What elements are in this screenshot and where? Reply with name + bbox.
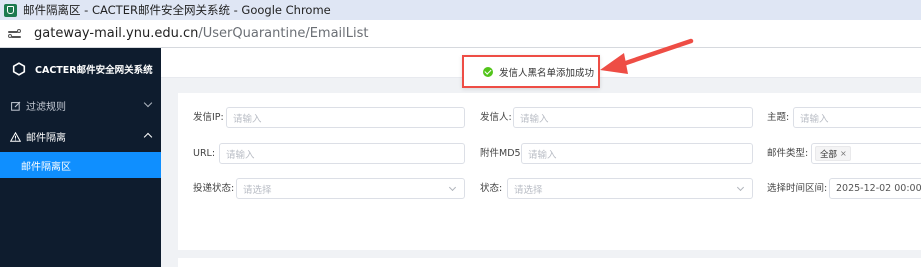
url-text[interactable]: gateway-mail.ynu.edu.cn/UserQuarantine/E… [34,26,369,41]
url-host: gateway-mail.ynu.edu.cn [34,26,199,41]
sender-label: 发信人: [480,112,512,123]
time-range-start: 2025-12-02 00:00:00 [836,183,921,194]
sender-ip-label: 发信IP: [193,112,224,123]
sidebar-item-label: 过滤规则 [26,102,66,113]
toast-message: 发信人黑名单添加成功 [499,67,595,79]
attachment-md5-input[interactable]: 请输入 [521,143,753,164]
window-title: 邮件隔离区 - CACTER邮件安全网关系统 - Google Chrome [23,3,331,17]
delivery-status-label: 投递状态: [193,183,235,194]
brand-name: CACTER邮件安全网关系统 [35,65,153,76]
window-titlebar: 邮件隔离区 - CACTER邮件安全网关系统 - Google Chrome [0,0,921,20]
status-label: 状态: [480,183,503,194]
subject-placeholder: 请输入 [800,113,829,125]
edit-icon [10,100,21,111]
sender-input[interactable]: 请输入 [513,107,753,128]
success-check-icon [483,66,493,77]
status-placeholder: 请选择 [514,184,543,196]
mail-type-tag[interactable]: 全部 × [815,146,851,161]
url-placeholder: 请输入 [226,149,255,161]
mail-type-select[interactable]: 全部 × [811,143,921,164]
filter-panel: 发信IP: 请输入 发信人: 请输入 主题: 请输入 URL: 请输入 附件MD… [178,93,921,250]
url-label: URL: [193,148,216,159]
results-panel [178,258,921,267]
time-range-label: 选择时间区间: [767,183,828,194]
sidebar-subitem-quarantine-area[interactable]: 邮件隔离区 [0,152,161,178]
time-range-picker[interactable]: 2025-12-02 00:00:00 [829,178,921,199]
sender-ip-input[interactable]: 请输入 [226,107,465,128]
chevron-up-icon [143,132,153,142]
address-bar[interactable]: gateway-mail.ynu.edu.cn/UserQuarantine/E… [0,20,921,48]
url-path: /UserQuarantine/EmailList [198,26,369,41]
chevron-down-icon [448,183,457,192]
sidebar: CACTER邮件安全网关系统 过滤规则 邮件隔离 邮件隔离区 [0,48,161,267]
sidebar-item-mail-quarantine[interactable]: 邮件隔离 [0,121,161,152]
sidebar-subitem-label: 邮件隔离区 [21,161,71,173]
shield-logo-icon [12,62,26,76]
sender-placeholder: 请输入 [520,113,549,125]
attachment-md5-label: 附件MD5: [480,148,524,159]
close-icon[interactable]: × [840,149,847,158]
status-select[interactable]: 请选择 [507,178,753,199]
annotation-arrow-icon [600,38,694,74]
url-input[interactable]: 请输入 [219,143,465,164]
chevron-down-icon [736,183,745,192]
success-toast: 发信人黑名单添加成功 [462,55,600,88]
delivery-status-placeholder: 请选择 [243,184,272,196]
sender-ip-placeholder: 请输入 [233,113,262,125]
brand: CACTER邮件安全网关系统 [0,48,161,90]
delivery-status-select[interactable]: 请选择 [236,178,465,199]
site-settings-icon[interactable] [8,28,22,40]
app-icon [4,3,17,17]
sidebar-item-filter-rules[interactable]: 过滤规则 [0,90,161,121]
warning-icon [10,131,21,142]
mail-type-label: 邮件类型: [767,148,809,159]
mail-type-tag-label: 全部 [820,149,838,160]
subject-input[interactable]: 请输入 [793,107,921,128]
chevron-down-icon [143,98,153,108]
attachment-md5-placeholder: 请输入 [528,149,557,161]
subject-label: 主题: [767,112,790,123]
sidebar-item-label: 邮件隔离 [26,133,66,144]
